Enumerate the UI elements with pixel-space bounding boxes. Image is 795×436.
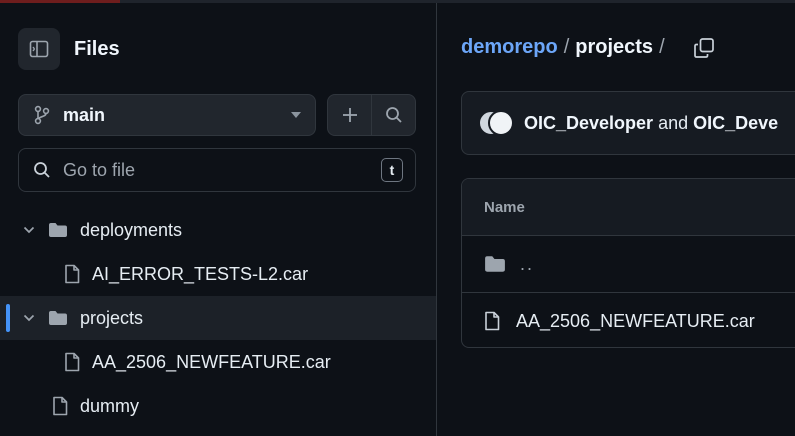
- folder-icon: [49, 223, 67, 237]
- search-icon: [385, 107, 402, 123]
- copy-icon: [693, 37, 714, 58]
- tree-item-label: deployments: [80, 219, 183, 240]
- column-header-name: Name: [484, 198, 525, 216]
- tree-file-dummy[interactable]: dummy: [0, 384, 436, 428]
- file-icon: [65, 264, 80, 284]
- tree-item-label: AI_ERROR_TESTS-L2.car: [92, 263, 309, 284]
- file-name-link[interactable]: AA_2506_NEWFEATURE.car: [516, 311, 755, 332]
- file-tree-sidebar: Files main Go to file t deployments AI_E…: [0, 3, 437, 436]
- author-avatars: [478, 110, 514, 136]
- file-icon: [53, 396, 68, 416]
- chevron-down-icon[interactable]: [22, 226, 36, 234]
- search-code-button[interactable]: [371, 95, 415, 135]
- files-header: Files: [18, 28, 120, 70]
- tree-folder-deployments[interactable]: deployments: [0, 208, 436, 252]
- folder-icon: [49, 311, 67, 325]
- go-to-file-placeholder: Go to file: [63, 159, 136, 180]
- tree-item-label: dummy: [80, 395, 140, 416]
- commit-author-link[interactable]: OIC_Developer: [524, 113, 653, 133]
- parent-directory-row[interactable]: ..: [462, 236, 795, 292]
- tree-item-label: AA_2506_NEWFEATURE.car: [92, 351, 331, 372]
- breadcrumb-current-dir: projects: [575, 36, 654, 58]
- sidebar-panel-icon: [29, 40, 49, 58]
- files-title: Files: [74, 37, 120, 60]
- breadcrumb-separator: /: [563, 36, 570, 58]
- tree-file-ai-error-tests[interactable]: AI_ERROR_TESTS-L2.car: [0, 252, 436, 296]
- breadcrumb-repo-link[interactable]: demorepo: [461, 36, 558, 59]
- commit-author-link[interactable]: OIC_Deve: [693, 113, 778, 133]
- commit-authors: OIC_Developer and OIC_Deve: [524, 113, 778, 134]
- tree-file-aa-2506[interactable]: AA_2506_NEWFEATURE.car: [0, 340, 436, 384]
- commit-authors-joiner: and: [658, 112, 689, 133]
- search-icon: [34, 162, 50, 178]
- chevron-down-icon: [291, 112, 301, 118]
- parent-directory-label: ..: [520, 253, 535, 274]
- directory-listing-table: Name .. AA_2506_NEWFEATURE.car: [461, 178, 795, 348]
- breadcrumb: demorepo / projects /: [461, 36, 715, 59]
- table-header: Name: [462, 179, 795, 236]
- tree-folder-projects[interactable]: projects: [0, 296, 436, 340]
- folder-icon: [485, 256, 505, 272]
- file-tree: deployments AI_ERROR_TESTS-L2.car projec…: [0, 208, 436, 428]
- file-actions-group: [327, 94, 416, 136]
- copy-path-button[interactable]: [693, 37, 715, 59]
- git-branch-icon: [34, 105, 50, 125]
- selection-indicator: [6, 304, 10, 332]
- branch-name: main: [63, 104, 106, 125]
- branch-select-button[interactable]: main: [18, 94, 316, 136]
- latest-commit-box: OIC_Developer and OIC_Deve: [461, 91, 795, 155]
- tree-item-label: projects: [80, 307, 144, 328]
- table-row[interactable]: AA_2506_NEWFEATURE.car: [462, 292, 795, 347]
- sidebar-toggle-button[interactable]: [18, 28, 60, 70]
- file-icon: [485, 311, 500, 331]
- keyboard-shortcut-badge: t: [381, 158, 403, 182]
- add-file-button[interactable]: [328, 95, 371, 135]
- file-icon: [65, 352, 80, 372]
- main-content: demorepo / projects / OIC_Developer and …: [438, 3, 795, 436]
- plus-icon: [342, 108, 357, 122]
- go-to-file-input[interactable]: Go to file t: [18, 148, 416, 192]
- chevron-down-icon[interactable]: [22, 314, 36, 322]
- avatar[interactable]: [488, 110, 514, 136]
- breadcrumb-separator: /: [659, 36, 665, 58]
